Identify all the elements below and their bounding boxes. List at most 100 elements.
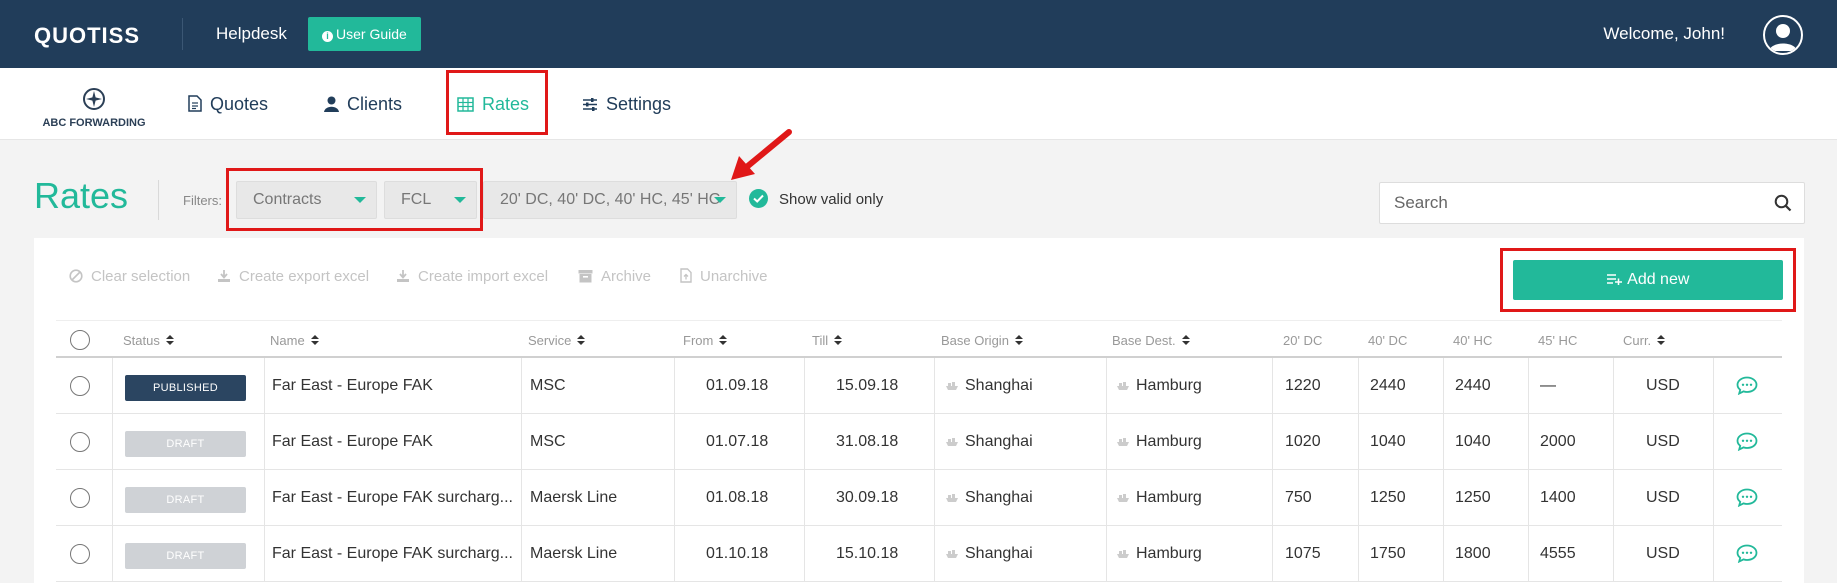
column-divider [1443, 358, 1444, 414]
row-select-radio[interactable] [70, 376, 90, 396]
column-divider [1613, 470, 1614, 526]
company-brand[interactable]: ABC FORWARDING [34, 88, 154, 129]
nav-clients-label: Clients [347, 94, 403, 114]
column-divider [1358, 470, 1359, 526]
row-select-radio[interactable] [70, 544, 90, 564]
search-icon[interactable] [1774, 194, 1792, 217]
table-row[interactable]: DRAFT Far East - Europe FAK surcharg... Ma… [56, 526, 1782, 582]
add-list-icon [1606, 274, 1622, 285]
archive-button[interactable]: Archive [578, 268, 651, 287]
column-divider [1272, 526, 1273, 582]
container-types-value: 20' DC, 40' DC, 40' HC, 45' HC [500, 191, 721, 208]
add-new-label: Add new [1627, 271, 1690, 288]
cell-20dc: 1075 [1285, 545, 1321, 562]
cell-till: 15.09.18 [836, 377, 899, 394]
contract-type-dropdown[interactable]: Contracts [236, 181, 377, 219]
nav-rates[interactable]: Rates [457, 94, 529, 117]
company-name: ABC FORWARDING [42, 117, 146, 129]
user-guide-button[interactable]: i User Guide [308, 17, 421, 51]
cell-base-dest: Hamburg [1116, 358, 1202, 414]
unarchive-button[interactable]: Unarchive [680, 268, 768, 287]
comment-icon[interactable] [1736, 376, 1758, 400]
chevron-down-icon [714, 197, 726, 203]
header-status[interactable]: Status [123, 333, 174, 348]
sort-icon [1014, 335, 1023, 346]
column-divider [674, 526, 675, 582]
header-till[interactable]: Till [812, 333, 843, 348]
helpdesk-link[interactable]: Helpdesk [216, 24, 287, 44]
cell-from: 01.09.18 [706, 377, 769, 394]
cell-service: MSC [530, 377, 566, 394]
row-select-radio[interactable] [70, 432, 90, 452]
cell-40dc: 1040 [1370, 433, 1406, 450]
column-divider [1272, 470, 1273, 526]
column-divider [112, 414, 113, 470]
chevron-down-icon [454, 197, 466, 203]
cell-base-dest: Hamburg [1116, 414, 1202, 470]
create-export-excel-button[interactable]: Create export excel [217, 268, 369, 287]
comment-icon[interactable] [1736, 488, 1758, 512]
show-valid-label[interactable]: Show valid only [779, 191, 883, 208]
cell-40hc: 1250 [1455, 489, 1491, 506]
search-input[interactable] [1380, 183, 1760, 223]
nav-clients[interactable]: Clients [324, 94, 402, 117]
column-divider [804, 414, 805, 470]
table-row[interactable]: PUBLISHED Far East - Europe FAK MSC 01.09.1… [56, 358, 1782, 414]
column-divider [521, 470, 522, 526]
header-from[interactable]: From [683, 333, 728, 348]
container-types-dropdown[interactable]: 20' DC, 40' DC, 40' HC, 45' HC [483, 181, 737, 219]
ship-icon [1116, 527, 1130, 582]
nav-settings[interactable]: Settings [582, 94, 671, 117]
create-import-excel-button[interactable]: Create import excel [396, 268, 548, 287]
table-icon [457, 96, 474, 117]
ship-icon [1116, 415, 1130, 470]
column-divider [1106, 470, 1107, 526]
table-header: Status Name Service From Till Base Origi… [56, 320, 1782, 358]
row-select-radio[interactable] [70, 488, 90, 508]
archive-label: Archive [601, 268, 652, 285]
column-divider [521, 358, 522, 414]
sort-icon [577, 335, 586, 346]
select-all-radio[interactable] [70, 330, 90, 350]
annotation-arrow-icon [731, 129, 792, 180]
comment-icon[interactable] [1736, 432, 1758, 456]
origin-port: Shanghai [965, 377, 1033, 394]
column-divider [1443, 470, 1444, 526]
show-valid-checkbox[interactable] [749, 189, 768, 208]
ship-icon [1116, 471, 1130, 526]
header-name[interactable]: Name [270, 333, 319, 348]
load-type-dropdown[interactable]: FCL [384, 181, 477, 219]
cell-service: MSC [530, 433, 566, 450]
cell-till: 15.10.18 [836, 545, 899, 562]
column-divider [1272, 358, 1273, 414]
cell-base-origin: Shanghai [945, 526, 1033, 582]
contract-type-value: Contracts [253, 191, 322, 208]
header-base-origin[interactable]: Base Origin [941, 333, 1023, 348]
column-divider [1613, 526, 1614, 582]
column-divider [1443, 526, 1444, 582]
table-row[interactable]: DRAFT Far East - Europe FAK MSC 01.07.18 31.… [56, 414, 1782, 470]
cell-40hc: 1800 [1455, 545, 1491, 562]
ship-icon [945, 471, 959, 526]
add-new-button[interactable]: Add new [1513, 260, 1783, 300]
table-row[interactable]: DRAFT Far East - Europe FAK surcharg... Ma… [56, 470, 1782, 526]
user-guide-label: User Guide [336, 26, 407, 42]
dest-port: Hamburg [1136, 377, 1202, 394]
create-import-excel-label: Create import excel [418, 268, 549, 285]
comment-icon[interactable] [1736, 544, 1758, 568]
nav-quotes[interactable]: Quotes [188, 94, 268, 117]
user-avatar-icon[interactable] [1763, 15, 1803, 55]
cell-40dc: 1250 [1370, 489, 1406, 506]
clear-selection-button[interactable]: Clear selection [69, 268, 190, 287]
cell-name: Far East - Europe FAK [272, 377, 433, 394]
header-currency[interactable]: Curr. [1623, 333, 1666, 348]
column-divider [264, 358, 265, 414]
column-divider [112, 358, 113, 414]
column-divider [934, 358, 935, 414]
quotiss-logo[interactable]: QUOTISS [34, 23, 140, 49]
header-40dc: 40' DC [1368, 333, 1408, 348]
header-service[interactable]: Service [528, 333, 586, 348]
header-20dc: 20' DC [1283, 333, 1323, 348]
compass-logo-icon [83, 88, 105, 110]
header-base-dest[interactable]: Base Dest. [1112, 333, 1190, 348]
